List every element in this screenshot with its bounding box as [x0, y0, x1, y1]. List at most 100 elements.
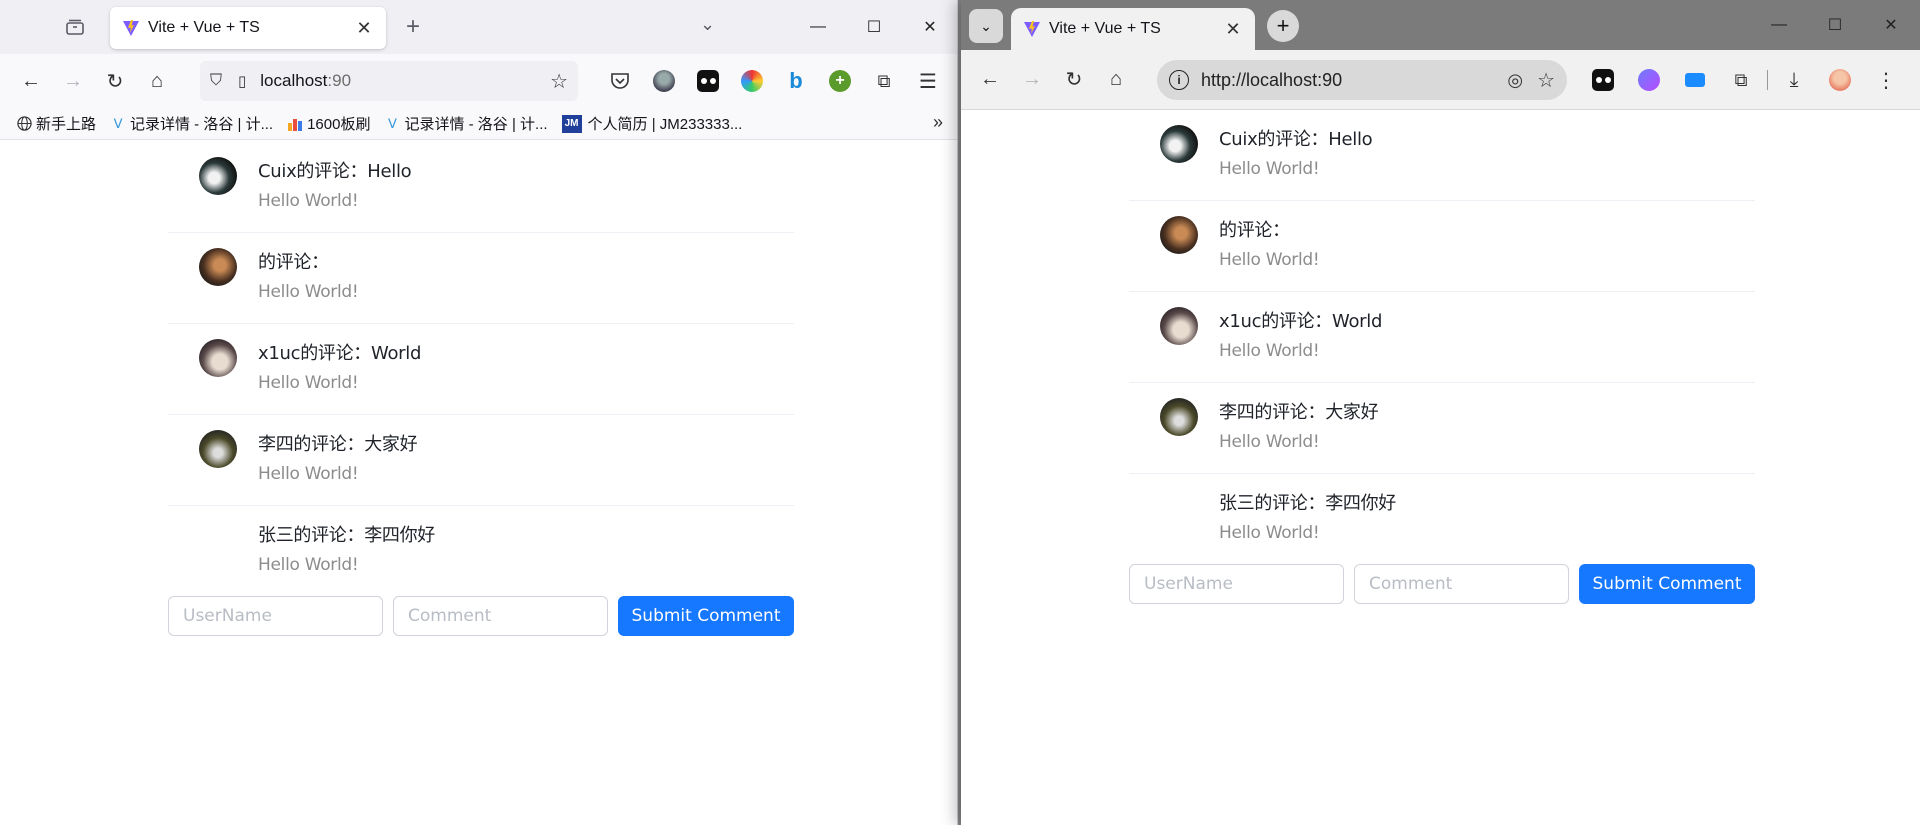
bookmark-item[interactable]: 新手上路 — [16, 113, 96, 134]
bookmark-item[interactable]: JM 个人简历 | JM233333... — [561, 113, 742, 134]
avatar — [1160, 307, 1198, 345]
tab-manager-icon[interactable] — [60, 14, 90, 40]
avatar — [199, 339, 237, 377]
navigation-bar: ← → ↻ ⌂ i http://localhost:90 ◎ ☆ ⧉ ⤓ ⋮ — [961, 50, 1920, 110]
url-bar[interactable]: ⛉ ▯ localhost:90 ☆ — [200, 61, 578, 101]
home-icon[interactable]: ⌂ — [136, 61, 178, 101]
comment-title: 张三的评论：李四你好 — [258, 525, 435, 546]
active-tab[interactable]: Vite + Vue + TS ✕ — [1011, 8, 1255, 50]
submit-comment-button[interactable]: Submit Comment — [618, 596, 794, 636]
comment-list: Cuix的评论：Hello Hello World! 的评论： Hello Wo… — [168, 142, 794, 586]
back-icon[interactable]: ← — [10, 61, 52, 101]
comment-title: 的评论： — [1219, 220, 1290, 241]
bookmark-item[interactable]: ᐯ 记录详情 - 洛谷 | 计... — [384, 113, 548, 134]
comment-body: Hello World! — [258, 464, 359, 484]
tab-title: Vite + Vue + TS — [1049, 20, 1161, 37]
url-text[interactable]: http://localhost:90 — [1201, 70, 1507, 91]
avatar — [199, 157, 237, 195]
vite-logo-icon — [123, 20, 139, 36]
comment-item: Cuix的评论：Hello Hello World! — [1129, 110, 1755, 201]
back-icon[interactable]: ← — [969, 60, 1011, 100]
comment-title: 李四的评论：大家好 — [1219, 402, 1379, 423]
extensions-toolbar: ⧉ ⤓ ⋮ — [1583, 63, 1906, 97]
jm-icon: JM — [561, 114, 582, 133]
tab-bar: ⌄ Vite + Vue + TS ✕ + — ☐ ✕ — [961, 0, 1920, 50]
reload-icon[interactable]: ↻ — [1053, 60, 1095, 100]
comment-input[interactable] — [1354, 564, 1569, 604]
puzzle-extensions-icon[interactable]: ⧉ — [864, 64, 904, 98]
tab-search-icon[interactable]: ⌄ — [969, 9, 1003, 43]
star-icon[interactable]: ☆ — [550, 69, 568, 94]
comment-body: Hello World! — [1219, 159, 1320, 179]
chevron-double-right-icon[interactable]: » — [933, 112, 943, 133]
submit-comment-button[interactable]: Submit Comment — [1579, 564, 1755, 604]
bing-icon[interactable]: b — [776, 64, 816, 98]
star-icon[interactable]: ☆ — [1537, 68, 1555, 93]
puzzle-extensions-icon[interactable]: ⧉ — [1721, 63, 1761, 97]
comment-body: Hello World! — [1219, 523, 1320, 543]
comment-title: x1uc的评论：World — [1219, 311, 1383, 332]
comment-form: Submit Comment — [1129, 564, 1755, 604]
new-tab-icon[interactable]: + — [1267, 10, 1299, 42]
eye-off-icon[interactable]: ◎ — [1507, 70, 1523, 91]
comment-title: 李四的评论：大家好 — [258, 434, 418, 455]
comment-input[interactable] — [393, 596, 608, 636]
close-window-icon[interactable]: ✕ — [1863, 10, 1919, 40]
url-text[interactable]: localhost:90 — [260, 71, 550, 91]
bookmark-item[interactable]: 1600板刷 — [287, 113, 370, 134]
hamburger-menu-icon[interactable]: ☰ — [908, 64, 948, 98]
tampermonkey-icon[interactable] — [688, 64, 728, 98]
maximize-icon[interactable]: ☐ — [846, 12, 902, 42]
tab-title: Vite + Vue + TS — [148, 19, 260, 36]
avatar — [1160, 398, 1198, 436]
tampermonkey-icon[interactable] — [1583, 63, 1623, 97]
reload-icon[interactable]: ↻ — [94, 61, 136, 101]
comment-list: Cuix的评论：Hello Hello World! 的评论： Hello Wo… — [1129, 110, 1755, 554]
url-bar[interactable]: i http://localhost:90 ◎ ☆ — [1157, 60, 1567, 100]
comment-title: Cuix的评论：Hello — [258, 161, 412, 182]
page-icon: ▯ — [238, 73, 247, 90]
luogu-icon: ᐯ — [388, 115, 397, 131]
comment-title: 的评论： — [258, 252, 329, 273]
shield-icon[interactable]: ⛉ — [210, 72, 222, 90]
download-icon[interactable]: ⤓ — [1774, 63, 1814, 97]
forward-icon[interactable]: → — [52, 61, 94, 101]
comment-body: Hello World! — [258, 373, 359, 393]
more-vertical-icon[interactable]: ⋮ — [1866, 63, 1906, 97]
pocket-icon[interactable] — [600, 64, 640, 98]
comment-title: Cuix的评论：Hello — [1219, 129, 1373, 150]
username-input[interactable] — [1129, 564, 1344, 604]
comment-item: 张三的评论：李四你好 Hello World! — [168, 506, 794, 586]
comment-item: 李四的评论：大家好 Hello World! — [168, 415, 794, 506]
close-tab-icon[interactable]: ✕ — [354, 18, 374, 39]
navigation-bar: ← → ↻ ⌂ ⛉ ▯ localhost:90 ☆ b + ⧉ ☰ — [0, 54, 957, 108]
active-tab[interactable]: Vite + Vue + TS ✕ — [110, 7, 386, 49]
comment-title: 张三的评论：李四你好 — [1219, 493, 1396, 514]
avatar — [199, 248, 237, 286]
comment-item: x1uc的评论：World Hello World! — [168, 324, 794, 415]
chevron-down-icon[interactable]: ⌄ — [700, 14, 715, 35]
comment-body: Hello World! — [258, 282, 359, 302]
minimize-icon[interactable]: — — [790, 12, 846, 42]
info-icon[interactable]: i — [1169, 70, 1189, 90]
gradient-extension-icon[interactable] — [1629, 63, 1669, 97]
new-tab-icon[interactable]: + — [400, 13, 426, 40]
home-icon[interactable]: ⌂ — [1095, 60, 1137, 100]
username-input[interactable] — [168, 596, 383, 636]
bookmark-item[interactable]: ᐯ 记录详情 - 洛谷 | 计... — [110, 113, 274, 134]
maximize-icon[interactable]: ☐ — [1807, 10, 1863, 40]
close-tab-icon[interactable]: ✕ — [1223, 19, 1243, 40]
comment-title: x1uc的评论：World — [258, 343, 422, 364]
blue-extension-icon[interactable] — [1675, 63, 1715, 97]
avatar — [1160, 125, 1198, 163]
comment-item: 的评论： Hello World! — [1129, 201, 1755, 292]
profile-extension-icon[interactable] — [644, 64, 684, 98]
colorful-extension-icon[interactable] — [732, 64, 772, 98]
comment-item: Cuix的评论：Hello Hello World! — [168, 142, 794, 233]
comment-body: Hello World! — [1219, 250, 1320, 270]
plus-extension-icon[interactable]: + — [820, 64, 860, 98]
forward-icon[interactable]: → — [1011, 60, 1053, 100]
profile-avatar-icon[interactable] — [1820, 63, 1860, 97]
close-window-icon[interactable]: ✕ — [902, 12, 957, 42]
minimize-icon[interactable]: — — [1751, 10, 1807, 40]
